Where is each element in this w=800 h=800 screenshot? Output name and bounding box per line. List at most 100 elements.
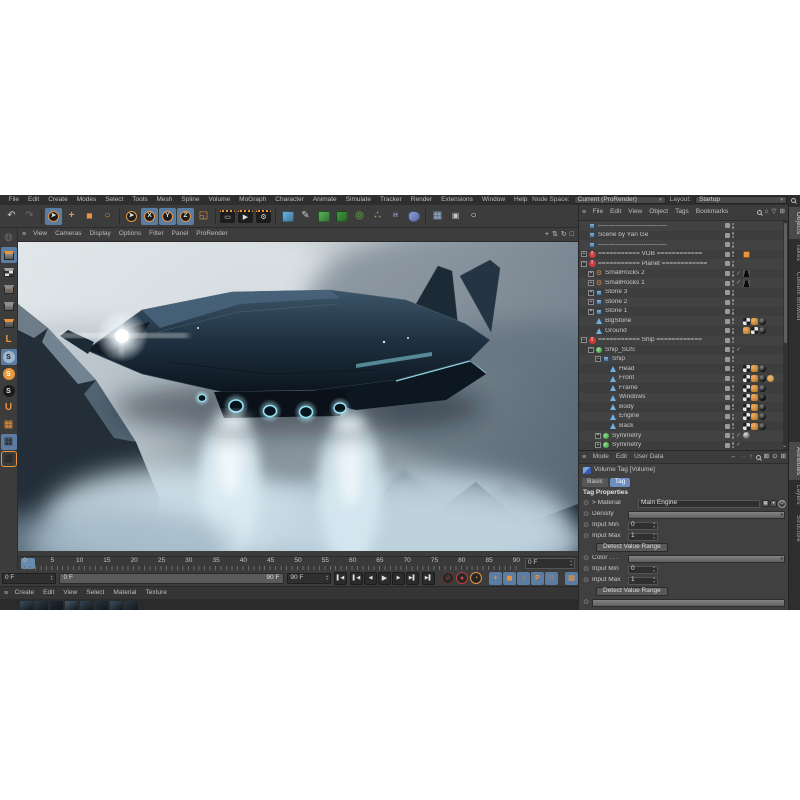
timeline-ruler[interactable]: 051015202530354045505560657075808590 0 F…	[18, 556, 578, 570]
stepper-icon[interactable]: ▴▾	[653, 577, 655, 583]
layer-toggle-icon[interactable]	[725, 347, 730, 352]
menu-render[interactable]: Render	[406, 197, 436, 204]
tree-row[interactable]: +!=========== VDB ============	[579, 250, 783, 260]
phong-tag-icon[interactable]	[751, 404, 758, 411]
next-frame-button[interactable]: ▶	[392, 572, 405, 585]
layer-toggle-icon[interactable]	[725, 223, 730, 228]
om-menu-edit[interactable]: Edit	[607, 209, 625, 216]
layer-toggle-icon[interactable]	[725, 386, 730, 391]
tree-expander-icon[interactable]: +	[588, 271, 594, 277]
viewport-menu-prorender[interactable]: ProRender	[192, 231, 231, 238]
menu-help[interactable]: Help	[510, 197, 532, 204]
tree-row[interactable]: +⚙SmallRocks 2✓	[579, 269, 783, 279]
layer-toggle-icon[interactable]	[725, 366, 730, 371]
record-circle-icon[interactable]: ⊙	[582, 533, 590, 540]
tree-row[interactable]: Frame	[579, 383, 783, 393]
tree-row[interactable]: +Stone 3	[579, 288, 783, 298]
om-menu-bookmarks[interactable]: Bookmarks	[692, 209, 732, 216]
tree-row[interactable]: –Ship_SDS✓	[579, 345, 783, 355]
mat-tag-icon[interactable]	[759, 365, 766, 372]
tree-row[interactable]: +Stone 1	[579, 307, 783, 317]
om-search-icon[interactable]	[757, 210, 762, 215]
layer-toggle-icon[interactable]	[725, 290, 730, 295]
record-objects-icon[interactable]: ⊘	[442, 572, 454, 584]
snap-2d-icon[interactable]: S	[1, 383, 17, 399]
menu-tools[interactable]: Tools	[128, 197, 152, 204]
viewport-menu-cameras[interactable]: Cameras	[51, 231, 85, 238]
visibility-toggles[interactable]	[725, 328, 734, 334]
value-dropdown[interactable]	[592, 599, 785, 607]
om-menu-file[interactable]: File	[589, 209, 606, 216]
head-tag-icon[interactable]	[743, 270, 750, 277]
viewport-menu-options[interactable]: Options	[115, 231, 145, 238]
checker-tag-icon[interactable]	[743, 423, 750, 430]
tree-row[interactable]: Back	[579, 421, 783, 431]
workplane-mode-icon[interactable]	[1, 281, 17, 297]
redo-icon[interactable]: ↷	[21, 208, 38, 225]
record-circle-icon[interactable]: ⊙	[582, 500, 590, 507]
object-mode-icon[interactable]	[1, 298, 17, 314]
zoom-view-icon[interactable]: ⇅	[552, 231, 558, 238]
autokey-icon[interactable]: ◔	[470, 572, 482, 584]
visibility-toggles[interactable]	[725, 376, 734, 382]
head-tag-icon[interactable]	[743, 280, 750, 287]
checker-tag-icon[interactable]	[743, 375, 750, 382]
visibility-toggles[interactable]	[725, 347, 734, 353]
current-frame-field[interactable]: 0 F ▴▾	[2, 573, 56, 584]
tree-expander-icon[interactable]: +	[588, 299, 594, 305]
material-menu-view[interactable]: View	[59, 590, 82, 597]
phong-tag-icon[interactable]	[751, 413, 758, 420]
record-circle-icon[interactable]: ⊙	[582, 577, 590, 584]
layer-toggle-icon[interactable]	[725, 414, 730, 419]
visibility-toggles[interactable]	[725, 318, 734, 324]
tree-expander-icon[interactable]: –	[581, 337, 587, 343]
layer-toggle-icon[interactable]	[725, 233, 730, 238]
number-input[interactable]: 0▴▾	[628, 566, 658, 574]
phong-tag-icon[interactable]	[743, 327, 750, 334]
am-forward-icon[interactable]: →	[740, 454, 747, 461]
pan-view-icon[interactable]: +	[545, 231, 549, 238]
visibility-toggles[interactable]	[725, 232, 734, 238]
global-search-icon[interactable]	[791, 198, 796, 203]
am-add-icon[interactable]: ⊞	[781, 454, 786, 461]
layer-toggle-icon[interactable]	[725, 300, 730, 305]
om-menu-object[interactable]: Object	[646, 209, 672, 216]
layer-toggle-icon[interactable]	[725, 424, 730, 429]
render-view-icon[interactable]: ▭	[219, 208, 236, 225]
phong-tag-icon[interactable]	[751, 375, 758, 382]
volume-icon[interactable]	[405, 208, 422, 225]
attribute-tab-basic[interactable]: Basic	[582, 478, 608, 487]
maximize-view-icon[interactable]: □	[570, 231, 574, 238]
menu-select[interactable]: Select	[101, 197, 128, 204]
snap-3d-icon[interactable]: S	[1, 366, 17, 382]
viewport-menu-panel[interactable]: Panel	[168, 231, 193, 238]
visibility-toggles[interactable]	[725, 404, 734, 410]
side-tab-attributes[interactable]: Attributes	[789, 442, 800, 480]
tree-expander-icon[interactable]: –	[595, 356, 601, 362]
workplane-grid-icon[interactable]: ▦	[1, 417, 17, 433]
magnet-icon[interactable]: U	[1, 400, 17, 416]
tree-expander-icon[interactable]: +	[595, 433, 601, 439]
light-icon[interactable]: ○	[465, 208, 482, 225]
mat-tag-icon[interactable]	[759, 385, 766, 392]
attribute-tab-tag[interactable]: Tag	[610, 478, 630, 487]
checker-tag-icon[interactable]	[743, 385, 750, 392]
visibility-toggles[interactable]	[725, 299, 734, 305]
am-menu-edit[interactable]: Edit	[612, 454, 630, 461]
checker-tag-icon[interactable]	[743, 318, 750, 325]
menu-volume[interactable]: Volume	[204, 197, 235, 204]
visibility-toggles[interactable]	[725, 395, 734, 401]
goto-end-button[interactable]: ▶▌	[422, 572, 435, 585]
om-home-icon[interactable]: ⌂	[765, 209, 769, 216]
menu-animate[interactable]: Animate	[308, 197, 341, 204]
tree-row[interactable]: +Symmetry✓	[579, 431, 783, 441]
detect-value-range-button[interactable]: Detect Value Range	[596, 587, 668, 596]
rotate-tool-icon[interactable]: ○	[99, 208, 116, 225]
coordinate-system-icon[interactable]: ◱	[195, 208, 212, 225]
menu-character[interactable]: Character	[271, 197, 309, 204]
tree-expander-icon[interactable]: +	[588, 280, 594, 286]
mat-tag-icon[interactable]	[759, 404, 766, 411]
mograph-cloner-icon[interactable]: ∴	[369, 208, 386, 225]
material-thumbnail[interactable]	[95, 601, 108, 610]
spline-pen-icon[interactable]: ✎	[297, 208, 314, 225]
